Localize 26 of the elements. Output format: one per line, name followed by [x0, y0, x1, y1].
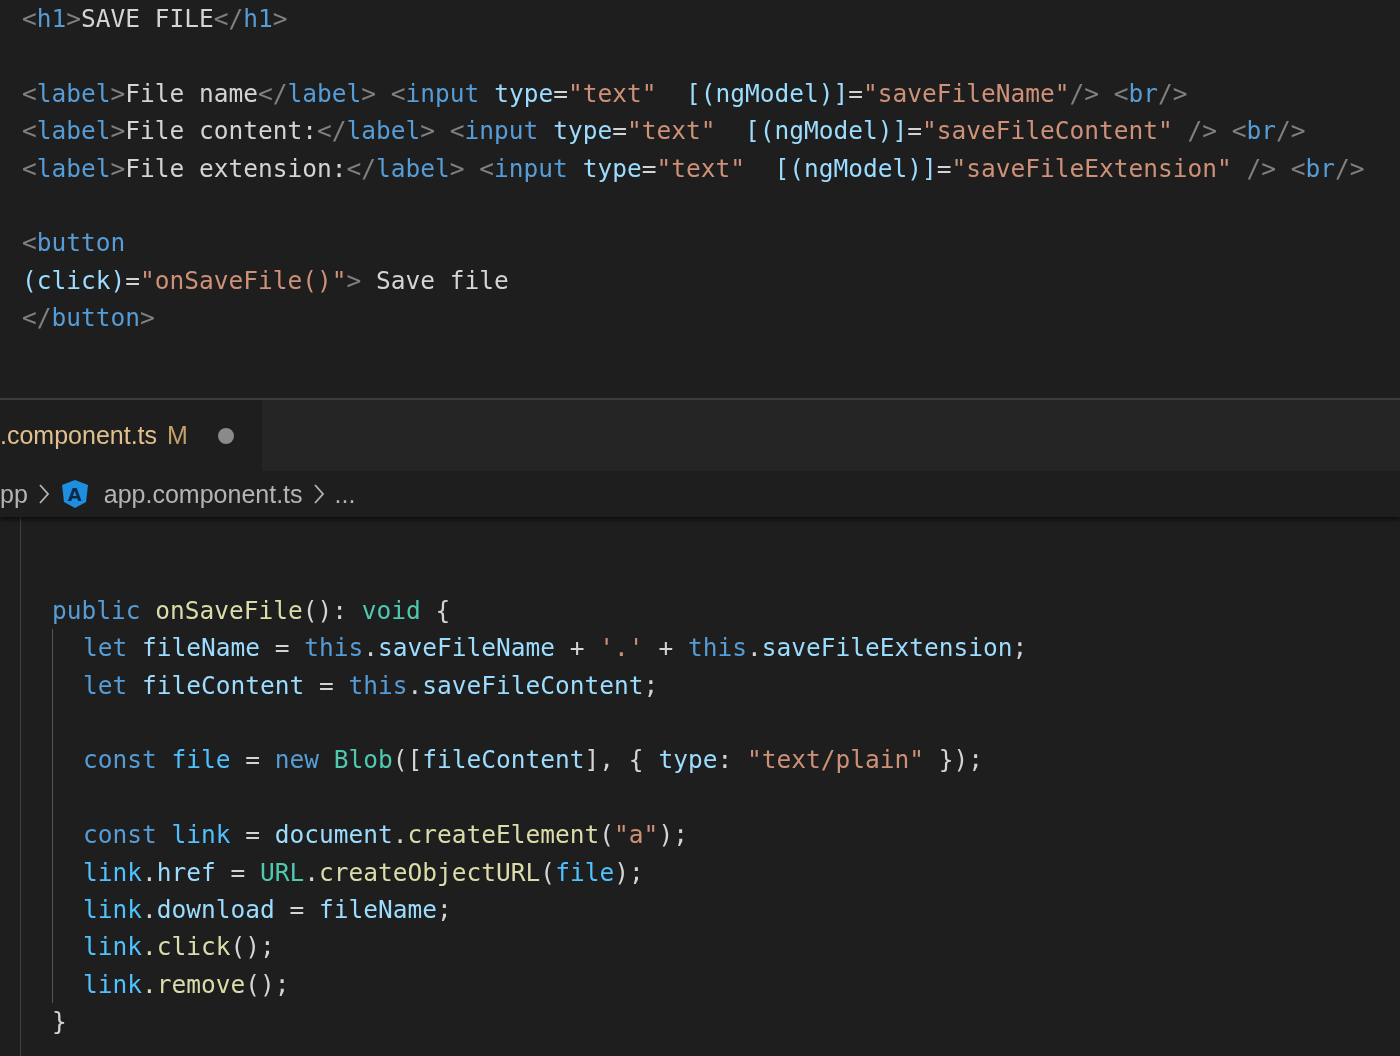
code-line: link.download = fileName;: [83, 893, 452, 926]
code-line: link.click();: [83, 931, 275, 964]
code-line: <h1>SAVE FILE</h1>: [22, 3, 288, 35]
code-line: link.remove();: [83, 968, 290, 1001]
code-line: <label>File extension:</label> <input type="text" [(ngModel)]="saveFileExtension" /> <br/>: [22, 152, 1365, 185]
code-line: (click)="onSaveFile()"> Save file: [22, 264, 509, 297]
editor-tab[interactable]: .component.ts M: [0, 400, 262, 471]
code-line: <button: [22, 227, 126, 260]
breadcrumb-item[interactable]: pp: [0, 479, 28, 509]
breadcrumb-item[interactable]: ...: [334, 479, 356, 509]
chevron-icon: [312, 483, 325, 505]
code-line: let fileContent = this.saveFileContent;: [83, 669, 659, 702]
modified-status: M: [167, 421, 188, 450]
code-line: link.href = URL.createObjectURL(file);: [83, 856, 644, 889]
chevron-icon: [37, 483, 50, 505]
code-line: const link = document.createElement("a");: [83, 819, 688, 852]
code-line: <label>File name</label> <input type="text" [(ngModel)]="saveFileName"/> <br/>: [22, 77, 1188, 110]
shield-logo-icon: A: [61, 480, 88, 508]
code-line: public onSaveFile(): void {: [52, 594, 451, 627]
breadcrumb-item[interactable]: app.component.ts: [103, 479, 303, 509]
code-line: let fileName = this.saveFileName + '.' + this.saveFileExtension;: [83, 632, 1028, 665]
code-line: }: [52, 1006, 67, 1039]
code-line: const file = new Blob([fileContent], { type: "text/plain" });: [83, 744, 983, 777]
unsaved-dot-icon[interactable]: [217, 427, 234, 444]
code-line: <label>File content:</label> <input type="text" [(ngModel)]="saveFileContent" /> <br/>: [22, 115, 1306, 148]
code-line: </button>: [22, 302, 155, 335]
